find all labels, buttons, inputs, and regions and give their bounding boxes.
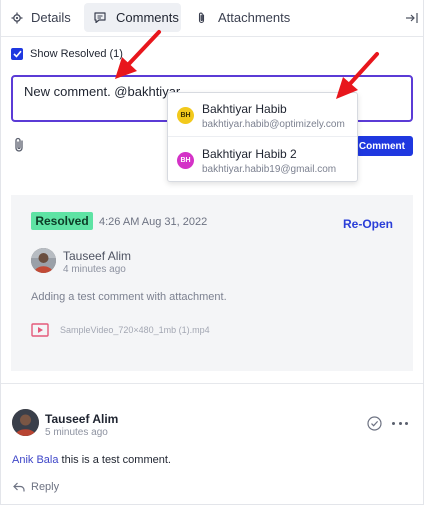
divider	[1, 383, 423, 384]
mention-suggestion-email: bakhtiyar.habib19@gmail.com	[202, 164, 337, 175]
tab-comments-label: Comments	[116, 10, 179, 25]
resolved-timestamp: 4:26 AM Aug 31, 2022	[99, 216, 208, 228]
comment-time: 4 minutes ago	[63, 264, 126, 275]
tab-details-label: Details	[31, 10, 71, 25]
collapse-panel-icon[interactable]	[405, 11, 419, 25]
reply-button[interactable]: Reply	[13, 481, 59, 493]
comment-author: Tauseef Alim	[63, 249, 132, 263]
comment-time: 5 minutes ago	[45, 427, 108, 438]
comments-panel: Details Comments Attachments Show Resolv…	[0, 0, 424, 505]
add-comment-button[interactable]: Comment	[356, 136, 413, 156]
comment-icon	[94, 12, 106, 23]
comment-body: Anik Bala this is a test comment.	[12, 454, 171, 466]
mention-suggestion-email: bakhtiyar.habib@optimizely.com	[202, 119, 345, 130]
tab-comments[interactable]: Comments	[84, 3, 181, 32]
resolve-check-icon[interactable]	[367, 416, 382, 431]
show-resolved-toggle: Show Resolved (1)	[11, 48, 123, 60]
comment-text: this is a test comment.	[58, 454, 171, 466]
tab-details[interactable]: Details	[11, 3, 77, 32]
show-resolved-label: Show Resolved (1)	[30, 48, 123, 60]
mention-suggestion-item[interactable]: BH Bakhtiyar Habib bakhtiyar.habib@optim…	[168, 93, 357, 137]
mention-suggestion-item[interactable]: BH Bakhtiyar Habib 2 bakhtiyar.habib19@g…	[168, 138, 357, 182]
reply-label: Reply	[31, 481, 60, 493]
avatar	[12, 409, 39, 436]
tab-attachments[interactable]: Attachments	[191, 3, 301, 32]
paperclip-icon	[197, 12, 206, 24]
gear-icon	[11, 12, 23, 24]
avatar: BH	[177, 107, 194, 124]
video-file-icon[interactable]	[31, 323, 49, 337]
more-options-icon[interactable]	[392, 420, 408, 426]
resolved-status-badge: Resolved	[31, 212, 93, 230]
tab-bar: Details Comments Attachments	[1, 0, 423, 37]
comment-body: Adding a test comment with attachment.	[31, 291, 227, 303]
reopen-button[interactable]: Re-Open	[343, 217, 393, 231]
tab-attachments-label: Attachments	[218, 10, 291, 25]
avatar: BH	[177, 152, 194, 169]
mention-suggestion-dropdown: BH Bakhtiyar Habib bakhtiyar.habib@optim…	[167, 92, 358, 182]
reply-icon	[13, 482, 25, 492]
avatar	[31, 248, 56, 273]
attach-file-icon[interactable]	[13, 137, 27, 153]
mention-link[interactable]: Anik Bala	[12, 454, 58, 466]
show-resolved-checkbox[interactable]	[11, 48, 23, 60]
add-comment-button-label: Comment	[358, 140, 405, 152]
comment-input-value: New comment. @bakhtiyar	[24, 84, 181, 99]
checkmark-icon	[12, 50, 22, 58]
mention-suggestion-name: Bakhtiyar Habib	[202, 102, 287, 116]
comment-author: Tauseef Alim	[45, 412, 119, 426]
mention-suggestion-name: Bakhtiyar Habib 2	[202, 147, 297, 161]
resolved-comment-thread: Resolved 4:26 AM Aug 31, 2022 Re-Open Ta…	[11, 195, 413, 371]
attachment-file-name[interactable]: SampleVideo_720×480_1mb (1).mp4	[60, 325, 210, 335]
